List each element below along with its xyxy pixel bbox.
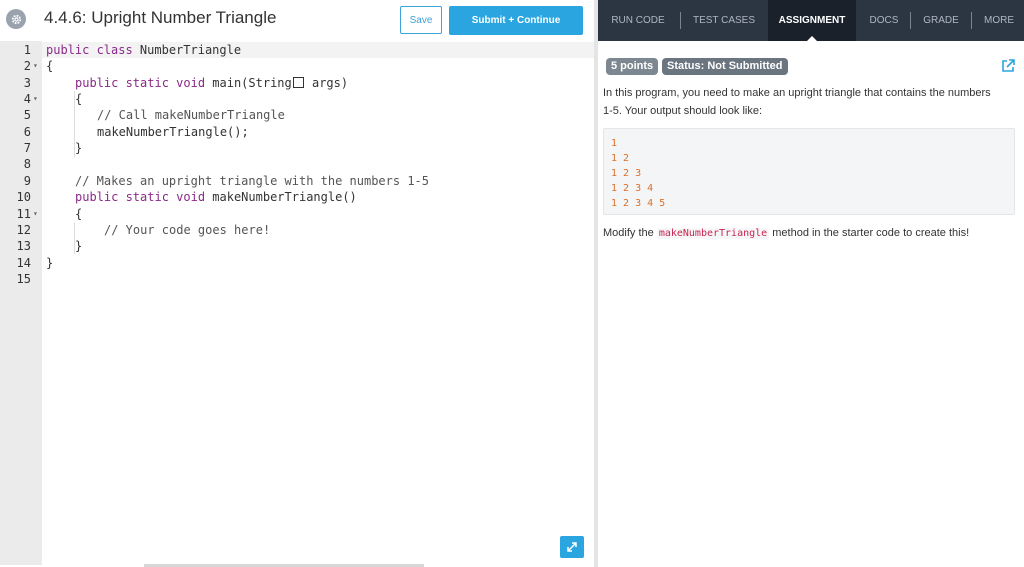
array-brackets-glyph [292, 77, 304, 88]
expected-output-box: 1 1 2 1 2 3 1 2 3 4 1 2 3 4 5 [603, 128, 1015, 215]
line-number: 14 [16, 256, 31, 270]
line-number: 1 [23, 43, 31, 57]
editor-pane: 4.4.6: Upright Number Triangle Save Subm… [0, 0, 594, 567]
tab-test-cases[interactable]: TEST CASES [684, 0, 764, 41]
code-line: // Call makeNumberTriangle [97, 108, 285, 122]
line-number: 4 ▾ [23, 91, 38, 107]
tab-bar: RUN CODE TEST CASES ASSIGNMENT DOCS GRAD… [598, 0, 1024, 41]
line-number: 12 [16, 223, 31, 237]
code-line: public class NumberTriangle [46, 43, 242, 57]
tab-separator [910, 12, 911, 29]
line-number: 6 [23, 125, 31, 139]
tab-assignment[interactable]: ASSIGNMENT [768, 0, 856, 41]
code-line: { [75, 207, 83, 221]
settings-button[interactable] [6, 9, 26, 29]
active-tab-caret [807, 36, 817, 41]
line-number: 3 [23, 76, 31, 90]
tab-separator [680, 12, 681, 29]
output-line: 1 2 3 4 5 [611, 198, 666, 209]
output-line: 1 2 3 4 [611, 183, 654, 194]
code-line: } [75, 239, 83, 253]
code-line: // Makes an upright triangle with the nu… [75, 174, 430, 188]
points-badge: 5 points [606, 58, 659, 75]
code-line: public static void main(String args) [75, 76, 349, 90]
code-editor[interactable]: 1 2 ▾ 3 4 ▾ 5 6 7 8 9 10 11 ▾ 12 13 14 15 p… [0, 41, 594, 565]
output-line: 1 2 [611, 153, 630, 164]
line-number: 2 ▾ [23, 58, 38, 74]
status-badge: Status: Not Submitted [662, 58, 788, 75]
code-line: } [46, 256, 54, 270]
line-number: 13 [16, 239, 31, 253]
code-line: { [46, 59, 54, 73]
fold-arrow-icon[interactable]: ▾ [33, 58, 38, 74]
expand-editor-button[interactable] [560, 536, 584, 558]
fold-arrow-icon[interactable]: ▾ [33, 206, 38, 222]
output-line: 1 2 3 [611, 168, 642, 179]
inline-code: makeNumberTriangle [656, 228, 770, 239]
assignment-pane: RUN CODE TEST CASES ASSIGNMENT DOCS GRAD… [598, 0, 1024, 567]
external-link-icon[interactable] [1000, 58, 1016, 74]
tab-run-code[interactable]: RUN CODE [598, 0, 678, 41]
code-line: makeNumberTriangle(); [97, 125, 249, 139]
tab-grade[interactable]: GRADE [914, 0, 968, 41]
tab-separator [971, 12, 972, 29]
tab-more[interactable]: MORE [976, 0, 1022, 41]
line-number: 5 [23, 108, 31, 122]
line-number: 11 ▾ [16, 206, 38, 222]
line-number: 9 [23, 174, 31, 188]
line-number: 10 [16, 190, 31, 204]
submit-continue-button[interactable]: Submit + Continue [449, 6, 583, 35]
assignment-description: In this program, you need to make an upr… [603, 87, 991, 117]
tab-docs[interactable]: DOCS [860, 0, 908, 41]
line-number-gutter: 1 2 ▾ 3 4 ▾ 5 6 7 8 9 10 11 ▾ 12 13 14 15 [0, 41, 42, 565]
gear-icon [11, 14, 21, 24]
save-button[interactable]: Save [400, 6, 442, 34]
code-line: { [75, 92, 83, 106]
code-line: } [75, 141, 83, 155]
expand-icon [567, 542, 577, 552]
line-number: 7 [23, 141, 31, 155]
page-title: 4.4.6: Upright Number Triangle [44, 8, 277, 27]
line-number: 15 [16, 272, 31, 286]
line-number: 8 [23, 157, 31, 171]
output-line: 1 [611, 138, 618, 149]
code-line: // Your code goes here! [104, 223, 271, 237]
editor-toolbar: 4.4.6: Upright Number Triangle Save Subm… [0, 0, 594, 41]
modify-instruction: Modify the makeNumberTriangle method in … [603, 227, 970, 239]
code-line: public static void makeNumberTriangle() [75, 190, 357, 204]
fold-arrow-icon[interactable]: ▾ [33, 91, 38, 107]
